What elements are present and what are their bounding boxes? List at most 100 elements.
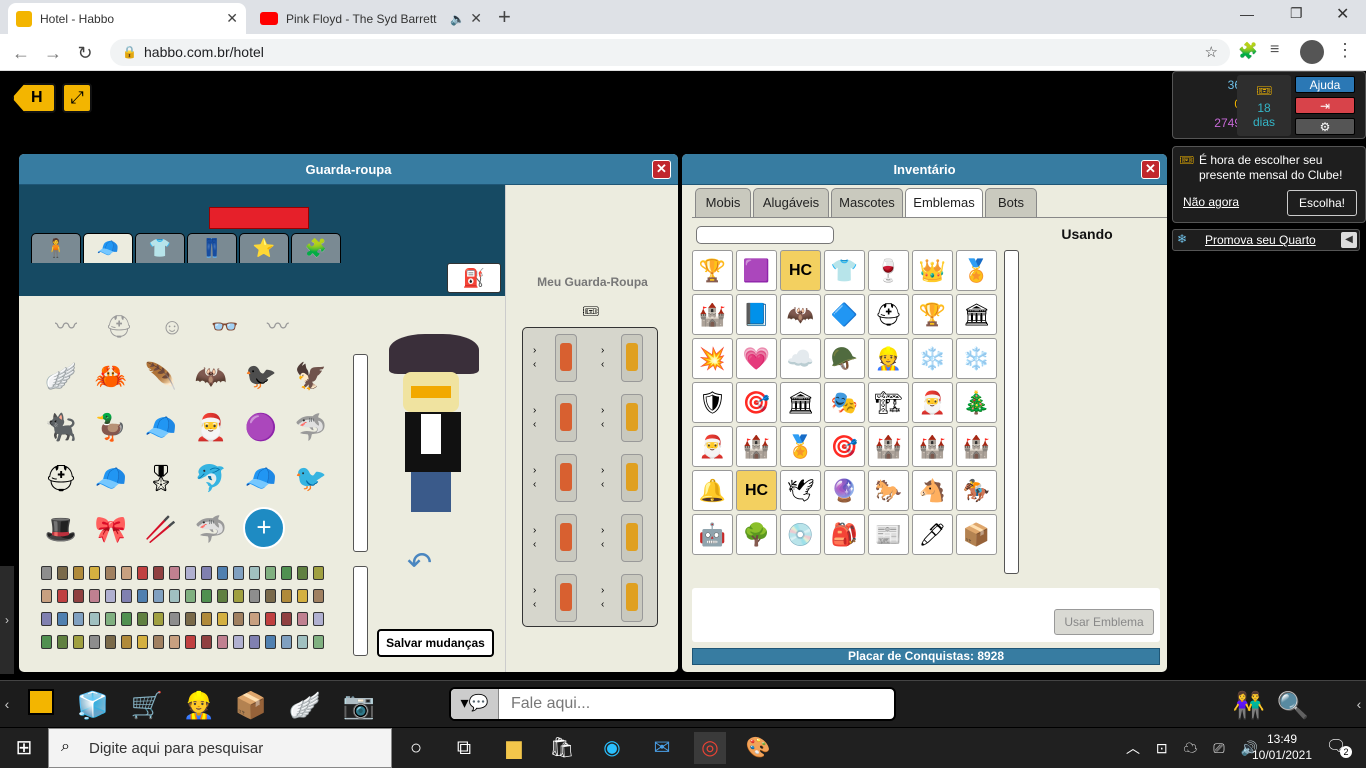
badge-item[interactable]: 👷 [868, 338, 909, 379]
badge-item[interactable]: 📘 [736, 294, 777, 335]
color-swatch[interactable] [105, 566, 116, 580]
wardrobe-item[interactable]: 🦀 [89, 354, 133, 398]
wardrobe-item[interactable]: 🎩 [39, 507, 83, 551]
promote-room-link[interactable]: Promova seu Quarto [1205, 233, 1316, 247]
color-swatch[interactable] [73, 612, 84, 626]
wardrobe-item[interactable]: 🦇 [189, 354, 233, 398]
close-icon[interactable]: ✕ [652, 160, 671, 179]
saved-outfit[interactable] [555, 574, 577, 622]
badge-item[interactable]: 🕊 [780, 470, 821, 511]
fullscreen-icon[interactable]: ⤢ [62, 83, 92, 113]
badge-item[interactable]: 🏰 [692, 294, 733, 335]
badge-item[interactable]: 🖊 [912, 514, 953, 555]
color-swatch[interactable] [169, 566, 180, 580]
color-swatch[interactable] [281, 566, 292, 580]
tab-head[interactable]: 🧢 [83, 233, 133, 263]
wardrobe-item[interactable]: 🐦‍⬛ [239, 354, 283, 398]
close-icon[interactable]: ✕ [226, 10, 238, 27]
badge-item[interactable]: 🏗 [868, 382, 909, 423]
color-swatch[interactable] [137, 589, 148, 603]
promote-room-bar[interactable]: ❄ Promova seu Quarto ◀ [1172, 229, 1360, 251]
close-icon[interactable]: ✕ [1141, 160, 1160, 179]
badge-item[interactable]: 💥 [692, 338, 733, 379]
color-swatch[interactable] [121, 635, 132, 649]
color-swatch[interactable] [249, 612, 260, 626]
task-view-icon[interactable]: ⧉ [448, 732, 480, 764]
color-swatch[interactable] [297, 635, 308, 649]
profile-avatar-icon[interactable] [1300, 40, 1324, 64]
wardrobe-item[interactable]: 🐬 [189, 456, 233, 500]
badge-item[interactable]: 💗 [736, 338, 777, 379]
hanger-button[interactable]: ⛽ [447, 263, 501, 293]
edge-icon[interactable]: ◉ [596, 732, 628, 764]
badge-item[interactable]: ⛑ [868, 294, 909, 335]
color-swatch[interactable] [233, 566, 244, 580]
color-swatch[interactable] [73, 589, 84, 603]
wardrobe-item[interactable]: 🎅 [189, 405, 233, 449]
toolbar-expand-icon[interactable]: ‹ [1352, 681, 1366, 728]
color-swatch[interactable] [153, 566, 164, 580]
color-scrollbar[interactable] [353, 566, 368, 656]
wardrobe-item[interactable]: 🦈 [289, 405, 333, 449]
badge-item[interactable]: 🏰 [912, 426, 953, 467]
color-swatch[interactable] [169, 589, 180, 603]
color-swatch[interactable] [281, 612, 292, 626]
badge-item[interactable]: ❄️ [912, 338, 953, 379]
color-swatch[interactable] [313, 566, 324, 580]
wardrobe-item[interactable]: 🧢 [89, 456, 133, 500]
color-swatch[interactable] [281, 635, 292, 649]
color-swatch[interactable] [201, 635, 212, 649]
window-close-button[interactable]: ✕ [1336, 4, 1349, 24]
tab-bots[interactable]: Bots [985, 188, 1037, 217]
color-swatch[interactable] [313, 635, 324, 649]
color-swatch[interactable] [41, 589, 52, 603]
badge-item[interactable]: 🏇 [956, 470, 997, 511]
saved-outfit[interactable] [555, 394, 577, 442]
color-swatch[interactable] [73, 635, 84, 649]
tab-favorites[interactable]: ⭐ [239, 233, 289, 263]
store-icon[interactable]: 🛍 [546, 732, 578, 764]
badge-item[interactable]: HC [780, 250, 821, 291]
color-swatch[interactable] [169, 612, 180, 626]
badge-item[interactable]: 🌳 [736, 514, 777, 555]
badge-item[interactable]: 🪖 [824, 338, 865, 379]
search-friends-icon[interactable]: 🔍 [1272, 689, 1314, 721]
arrows-icon[interactable]: › ‹ [533, 464, 536, 492]
badge-item[interactable]: 🐎 [868, 470, 909, 511]
arrows-icon[interactable]: › ‹ [533, 344, 536, 372]
badge-item[interactable]: 🎒 [824, 514, 865, 555]
color-swatch[interactable] [185, 589, 196, 603]
side-expand-icon[interactable]: › [0, 566, 14, 674]
back-icon[interactable]: ← [10, 42, 32, 64]
wardrobe-item[interactable]: 🧢 [139, 405, 183, 449]
badge-item[interactable]: 🏛 [956, 294, 997, 335]
inventory-header[interactable]: Inventário ✕ [682, 154, 1167, 185]
close-icon[interactable]: ✕ [470, 10, 482, 27]
color-swatch[interactable] [265, 635, 276, 649]
camera-icon[interactable]: 📷 [338, 689, 380, 721]
color-swatch[interactable] [313, 612, 324, 626]
color-swatch[interactable] [169, 635, 180, 649]
badge-item[interactable]: 🦇 [780, 294, 821, 335]
wardrobe-item[interactable]: 🦈 [189, 507, 233, 551]
wardrobe-item[interactable]: 🦅 [289, 354, 333, 398]
color-swatch[interactable] [217, 566, 228, 580]
speaker-icon[interactable]: 🔈 [450, 12, 465, 26]
tab-torso[interactable]: 👕 [135, 233, 185, 263]
arrows-icon[interactable]: › ‹ [601, 584, 604, 612]
wardrobe-header[interactable]: Guarda-roupa ✕ [19, 154, 678, 185]
color-swatch[interactable] [57, 566, 68, 580]
arrows-icon[interactable]: › ‹ [533, 524, 536, 552]
forward-icon[interactable]: → [42, 42, 64, 64]
mail-icon[interactable]: ✉ [646, 732, 678, 764]
settings-button[interactable]: ⚙ [1295, 118, 1355, 135]
tab-alugaveis[interactable]: Alugáveis [753, 188, 829, 217]
saved-outfit[interactable] [621, 514, 643, 562]
tab-legs[interactable]: 👖 [187, 233, 237, 263]
tab-mobis[interactable]: Mobis [695, 188, 751, 217]
chat-input[interactable]: ▾💬 Fale aqui... [449, 687, 896, 721]
color-swatch[interactable] [233, 635, 244, 649]
wardrobe-item[interactable]: 🧢 [239, 456, 283, 500]
not-now-link[interactable]: Não agora [1183, 195, 1239, 209]
wardrobe-item[interactable]: 🐈‍⬛ [39, 405, 83, 449]
